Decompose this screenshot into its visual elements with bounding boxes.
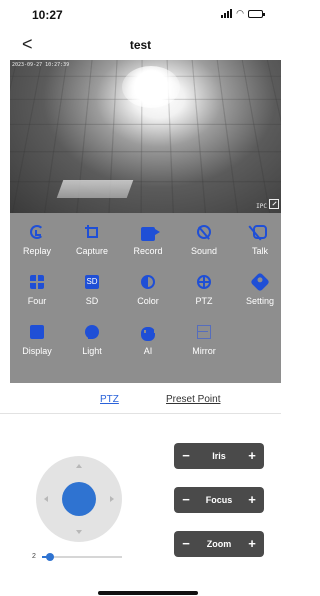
signal-icon bbox=[221, 9, 233, 18]
focus-minus-button[interactable]: − bbox=[176, 487, 196, 513]
setting-label: Setting bbox=[245, 296, 275, 306]
zoom-label: Zoom bbox=[206, 539, 232, 549]
light-bulb-icon bbox=[85, 325, 99, 339]
capture-label: Capture bbox=[75, 246, 109, 256]
talk-button[interactable]: Talk bbox=[233, 225, 287, 256]
page-title: test bbox=[129, 38, 152, 52]
zoom-control: − Zoom + bbox=[174, 531, 264, 557]
control-row-3: Display Light AI Mirror bbox=[10, 325, 281, 375]
control-row-1: Replay Capture Record Sound Talk bbox=[10, 225, 281, 275]
focus-control: − Focus + bbox=[174, 487, 264, 513]
osd-timestamp: 2023-09-27 10:27:39 bbox=[12, 62, 70, 68]
talk-label: Talk bbox=[251, 246, 268, 256]
zoom-plus-button[interactable]: + bbox=[242, 531, 262, 557]
arrow-right-icon bbox=[110, 496, 114, 502]
focus-label: Focus bbox=[205, 495, 233, 505]
ptz-icon bbox=[197, 275, 211, 289]
replay-label: Replay bbox=[22, 246, 51, 256]
display-label: Display bbox=[22, 346, 52, 356]
color-button[interactable]: Color bbox=[121, 275, 175, 306]
light-label: Light bbox=[82, 346, 102, 356]
tab-preset-point[interactable]: Preset Point bbox=[166, 394, 220, 405]
color-icon bbox=[141, 275, 155, 289]
sound-button[interactable]: Sound bbox=[177, 225, 231, 256]
speed-slider[interactable] bbox=[42, 553, 122, 561]
osd-label: IPC bbox=[256, 203, 267, 210]
battery-icon bbox=[248, 10, 265, 18]
replay-button[interactable]: Replay bbox=[10, 225, 64, 256]
record-button[interactable]: Record bbox=[121, 225, 175, 256]
ai-label: AI bbox=[143, 346, 153, 356]
ptz-label: PTZ bbox=[195, 296, 213, 306]
tab-ptz[interactable]: PTZ bbox=[100, 394, 119, 405]
speed-slider-thumb[interactable] bbox=[46, 553, 54, 561]
capture-button[interactable]: Capture bbox=[65, 225, 119, 256]
capture-icon bbox=[85, 225, 99, 239]
air-conditioner bbox=[56, 180, 134, 198]
arrow-down-icon bbox=[76, 530, 82, 534]
iris-label: Iris bbox=[212, 451, 226, 461]
focus-plus-button[interactable]: + bbox=[242, 487, 262, 513]
sound-label: Sound bbox=[190, 246, 218, 256]
record-label: Record bbox=[133, 246, 163, 256]
mirror-label: Mirror bbox=[192, 346, 216, 356]
zoom-minus-button[interactable]: − bbox=[176, 531, 196, 557]
control-panel: Replay Capture Record Sound Talk Four SD… bbox=[10, 213, 281, 383]
four-grid-icon bbox=[30, 275, 44, 289]
four-label: Four bbox=[27, 296, 47, 306]
ptz-button[interactable]: PTZ bbox=[177, 275, 231, 306]
sd-button[interactable]: SD SD bbox=[65, 275, 119, 306]
mirror-button[interactable]: Mirror bbox=[177, 325, 231, 356]
color-label: Color bbox=[137, 296, 159, 306]
gear-icon bbox=[250, 272, 270, 292]
nav-bar: < test bbox=[0, 30, 281, 60]
ai-icon bbox=[141, 327, 156, 341]
ptz-joystick[interactable] bbox=[36, 456, 122, 542]
sd-icon: SD bbox=[85, 275, 99, 289]
iris-plus-button[interactable]: + bbox=[242, 443, 262, 469]
setting-button[interactable]: Setting bbox=[233, 272, 287, 306]
replay-icon bbox=[30, 225, 44, 239]
status-time: 10:27 bbox=[32, 8, 63, 22]
record-icon bbox=[141, 227, 160, 241]
display-icon bbox=[30, 325, 44, 339]
home-indicator[interactable] bbox=[98, 591, 198, 595]
status-bar: 10:27 ◠ bbox=[0, 0, 281, 28]
display-button[interactable]: Display bbox=[10, 325, 64, 356]
joystick-knob[interactable] bbox=[62, 482, 96, 516]
sound-off-icon bbox=[197, 225, 211, 239]
video-preview[interactable]: 2023-09-27 10:27:39 IPC bbox=[10, 60, 281, 213]
arrow-up-icon bbox=[76, 464, 82, 468]
wifi-icon: ◠ bbox=[236, 8, 244, 18]
fullscreen-icon[interactable] bbox=[269, 199, 279, 209]
light-button[interactable]: Light bbox=[65, 325, 119, 356]
ai-button[interactable]: AI bbox=[121, 325, 175, 356]
four-button[interactable]: Four bbox=[10, 275, 64, 306]
iris-control: − Iris + bbox=[174, 443, 264, 469]
sd-label: SD bbox=[85, 296, 99, 306]
mirror-icon bbox=[197, 325, 211, 339]
status-icons: ◠ bbox=[221, 8, 265, 18]
ptz-tabs: PTZ Preset Point bbox=[0, 388, 281, 414]
iris-minus-button[interactable]: − bbox=[176, 443, 196, 469]
talk-off-icon bbox=[253, 225, 267, 239]
speed-value: 2 bbox=[32, 553, 36, 560]
ceiling-lamp bbox=[122, 66, 180, 108]
arrow-left-icon bbox=[44, 496, 48, 502]
control-row-2: Four SD SD Color PTZ Setting bbox=[10, 272, 281, 325]
